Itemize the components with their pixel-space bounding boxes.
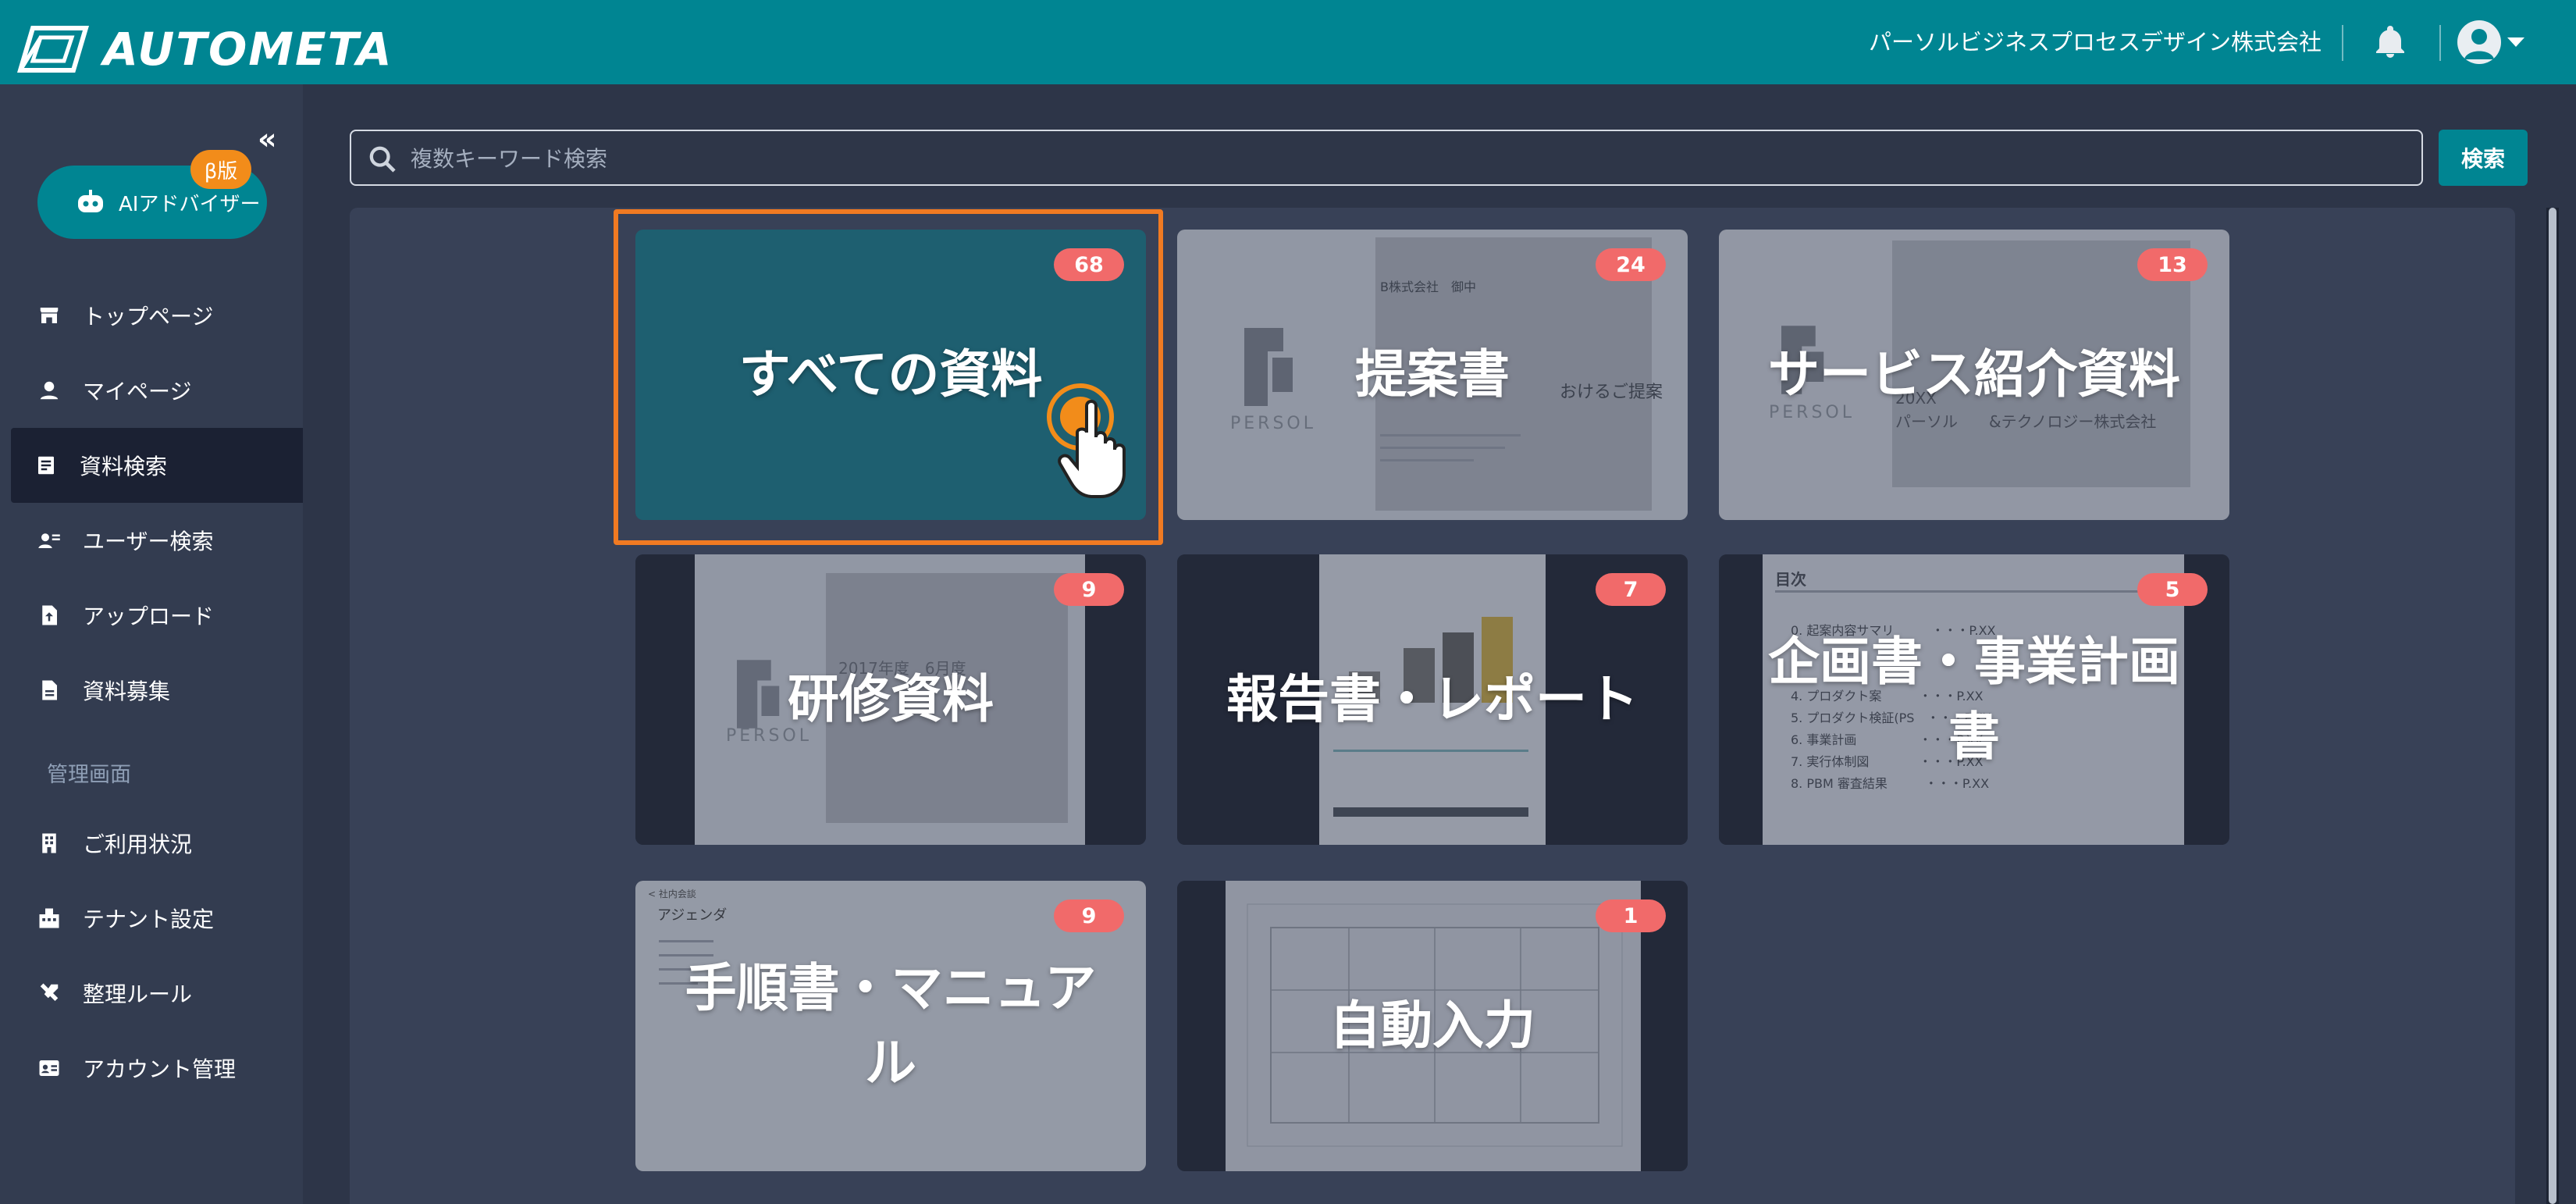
category-card-auto-input[interactable]: 自動入力 1 (1177, 881, 1688, 1171)
header-divider (2439, 25, 2441, 61)
admin-section-label: 管理画面 (47, 763, 131, 787)
sidebar-item-label: テナント設定 (83, 907, 215, 932)
beta-badge: β版 (190, 150, 251, 189)
id-card-icon (39, 1060, 59, 1076)
search-button[interactable]: 検索 (2439, 130, 2528, 186)
search-input[interactable]: 複数キーワード検索 (350, 130, 2423, 186)
sidebar-item-usage[interactable]: ご利用状況 (0, 806, 303, 881)
sidebar-item-label: マイページ (83, 379, 192, 404)
logo[interactable]: AUTOMETA (17, 23, 393, 76)
category-card-report[interactable]: 報告書・レポート 7 (1177, 554, 1688, 845)
sidebar-item-label: 整理ルール (83, 981, 193, 1007)
user-menu[interactable] (2457, 19, 2528, 66)
sidebar-item-accounts[interactable]: アカウント管理 (0, 1031, 303, 1106)
building-icon (42, 833, 56, 853)
user-search-icon (38, 533, 60, 548)
sidebar-item-label: 資料検索 (80, 454, 168, 479)
sidebar-item-recruit[interactable]: 資料募集 (0, 653, 303, 728)
app-name: AUTOMETA (103, 23, 393, 76)
sidebar-item-label: 資料募集 (83, 679, 171, 704)
sidebar-item-tenant[interactable]: テナント設定 (0, 881, 303, 956)
company-name: パーソルビジネスプロセスデザイン株式会社 (1868, 29, 2322, 55)
category-card-manual[interactable]: < 社内会談 アジェンダ 手順書・マニュアル 9 (635, 881, 1146, 1171)
count-badge: 9 (1054, 899, 1124, 932)
sidebar-item-label: ご利用状況 (83, 832, 193, 857)
store-icon (40, 308, 59, 323)
count-badge: 1 (1596, 899, 1666, 932)
chevron-down-icon (2507, 37, 2524, 47)
scrollbar[interactable] (2546, 208, 2559, 1204)
count-badge: 5 (2137, 573, 2208, 606)
search-placeholder: 複数キーワード検索 (411, 146, 608, 172)
tools-icon (40, 983, 59, 1001)
category-card-training[interactable]: PERSOL 2017年度 6月度 研修資料 9 (635, 554, 1146, 845)
avatar-icon (2457, 20, 2501, 64)
tenant-icon (39, 908, 59, 928)
category-card-service[interactable]: PERSOL 20XX パーソル &テクノロジー株式会社 サービス紹介資料 13 (1719, 230, 2229, 520)
category-card-planning[interactable]: 目次 0. 起案内容サマリ ・・・P.XX 4. プロダクト案 ・・・P.XX … (1719, 554, 2229, 845)
robot-icon (78, 190, 103, 212)
sidebar-item-top[interactable]: トップページ (0, 278, 303, 353)
count-badge: 24 (1596, 248, 1666, 281)
search-icon (369, 146, 396, 173)
hand-pointer-icon (1047, 383, 1126, 498)
sidebar-item-user-search[interactable]: ユーザー検索 (0, 503, 303, 578)
sidebar: « AIアドバイザー β版 トップページ マイページ 資料検索 ユーザー検索 ア… (0, 84, 303, 1204)
file-icon (42, 680, 57, 700)
person-icon (40, 381, 59, 400)
sidebar-item-label: アップロード (83, 604, 215, 629)
count-badge: 9 (1054, 573, 1124, 606)
sidebar-item-upload[interactable]: アップロード (0, 578, 303, 653)
bell-icon[interactable] (2371, 23, 2409, 61)
ai-advisor-label: AIアドバイザー (119, 192, 261, 216)
sidebar-item-mypage[interactable]: マイページ (0, 353, 303, 428)
sidebar-item-label: ユーザー検索 (83, 529, 214, 554)
sidebar-item-rules[interactable]: 整理ルール (0, 956, 303, 1031)
collapse-sidebar-icon[interactable]: « (258, 122, 277, 156)
sidebar-item-document-search[interactable]: 資料検索 (11, 428, 303, 503)
count-badge: 13 (2137, 248, 2208, 281)
sidebar-item-label: アカウント管理 (83, 1056, 237, 1082)
file-upload-icon (42, 605, 57, 625)
category-card-proposal[interactable]: PERSOL B株式会社 御中 おけるご提案 提案書 24 (1177, 230, 1688, 520)
document-list-icon (38, 456, 54, 475)
top-header: AUTOMETA パーソルビジネスプロセスデザイン株式会社 (0, 0, 2576, 84)
count-badge: 7 (1596, 573, 1666, 606)
autometa-logo-icon (17, 26, 89, 73)
header-divider (2342, 25, 2343, 61)
sidebar-item-label: トップページ (83, 304, 214, 329)
